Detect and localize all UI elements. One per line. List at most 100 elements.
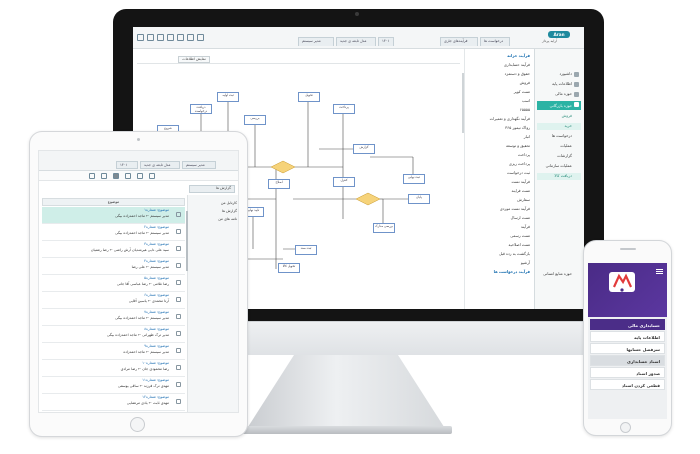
tab-reports[interactable]: گزارش ها — [189, 185, 235, 193]
menu-item[interactable]: فرآیند خزانه — [507, 53, 530, 58]
menu-item[interactable]: رواک تیمور ۳۶۵ — [505, 125, 530, 130]
search-icon[interactable] — [187, 34, 194, 41]
logout-icon[interactable] — [197, 34, 204, 41]
menu-item[interactable]: تست اصلاحیه — [509, 242, 530, 247]
menu-item[interactable]: فرآیند تست موردی — [500, 206, 530, 211]
tab-requests[interactable]: درخواست ها — [480, 37, 510, 46]
filter-icon[interactable] — [89, 173, 95, 179]
process-node[interactable]: پایان — [408, 194, 430, 204]
menu-item[interactable]: تست ارسال — [511, 215, 530, 220]
process-node[interactable]: ثبت نهایی — [403, 174, 425, 184]
side-item-my-letters[interactable]: نامه های من — [218, 217, 237, 221]
sidebar-item-hr[interactable]: حوزه منابع انسانی — [537, 271, 581, 278]
menu-item-issue-docs[interactable]: صدور اسناد — [590, 367, 665, 378]
process-node[interactable]: پرداخت — [333, 104, 355, 114]
menu-item[interactable]: انبار — [524, 134, 530, 139]
user-icon[interactable] — [177, 34, 184, 41]
checkbox[interactable] — [176, 263, 181, 268]
side-item-my-inbox[interactable]: کارتابل من — [221, 201, 237, 205]
checkbox[interactable] — [176, 365, 181, 370]
list-item[interactable]: موضوع: شماره۷ مدیر سیستم ← ماجد احمدزاده … — [42, 309, 185, 326]
menu-item[interactable]: فرآیند — [521, 224, 530, 229]
process-node[interactable]: بررسی مدارک — [373, 223, 395, 233]
process-node[interactable]: تحویل — [298, 92, 320, 102]
sidebar-item-dashboard[interactable]: داشبورد — [537, 71, 581, 78]
checkbox[interactable] — [176, 280, 181, 285]
menu-item[interactable]: تست رسمی — [510, 233, 530, 238]
checkbox[interactable] — [176, 297, 181, 302]
menu-item[interactable]: فرآیند درخواست ها — [494, 269, 530, 274]
menu-item-finalize-docs[interactable]: قطعی کردن اسناد — [590, 379, 665, 390]
menu-item[interactable]: فروش — [520, 80, 530, 85]
sidebar-item-receive-goods[interactable]: دریافت کالا — [537, 173, 581, 180]
checkbox[interactable] — [176, 212, 181, 217]
menu-item[interactable]: فرآیند نگهداری و تعمیرات — [490, 116, 530, 121]
hamburger-icon[interactable] — [656, 269, 663, 270]
sidebar-item-base-info[interactable]: اطلاعات پایه — [537, 81, 581, 88]
side-item-reports[interactable]: گزارش ها — [222, 209, 237, 213]
menu-item[interactable]: تست کوپر — [514, 89, 530, 94]
list-item[interactable]: موضوع: شماره۶ آرتا محمدی ← یاسین آقایی — [42, 292, 185, 309]
process-node[interactable]: اصلاح — [268, 179, 290, 189]
tab-system-admin[interactable]: مدیر سیستم — [298, 37, 334, 46]
mail-icon[interactable] — [157, 34, 164, 41]
sidebar-item-org-ops[interactable]: عملیات سازمانی — [537, 163, 581, 170]
list-item[interactable]: موضوع: شماره۳ سید علی دایی هیرمندیان آرش … — [42, 241, 185, 258]
tab-system-admin[interactable]: مدیر سیستم — [182, 161, 216, 169]
checkbox[interactable] — [176, 331, 181, 336]
process-node[interactable]: تحویل کالا — [278, 263, 300, 273]
home-icon[interactable] — [137, 34, 144, 41]
menu-item-financial-accounting[interactable]: حسابداری مالی — [590, 319, 665, 330]
menu-item[interactable]: بازگشت به رده قبل — [499, 251, 530, 256]
list-item[interactable]: موضوع: شماره۴ مدیر سیستم ← علی رضا — [42, 258, 185, 275]
list-scrollbar[interactable] — [186, 211, 188, 271]
attach-icon[interactable] — [125, 173, 131, 179]
archive-icon[interactable] — [137, 173, 143, 179]
sidebar-item-operations[interactable]: عملیات — [537, 143, 581, 150]
sidebar-item-finance[interactable]: حوزه مالی — [537, 91, 581, 98]
tab-year[interactable]: ۱۴۰۱ — [116, 161, 138, 169]
menu-item[interactable]: سفارش — [517, 197, 530, 202]
list-item[interactable]: موضوع: شماره۲ مدیر سیستم ← ماجد احمدزاده … — [42, 224, 185, 241]
refresh-icon[interactable] — [101, 173, 107, 179]
sidebar-item-purchase[interactable]: خرید — [537, 123, 581, 130]
tab-processes[interactable]: فرآیندهای جاری — [440, 37, 478, 46]
menu-item[interactable]: اسب — [522, 98, 530, 103]
menu-item[interactable]: ۶۵۵۵۵ — [520, 107, 530, 112]
decision-diamond[interactable] — [270, 160, 296, 174]
checkbox[interactable] — [176, 382, 181, 387]
checkbox[interactable] — [176, 348, 181, 353]
sidebar-item-reports[interactable]: گزارشات — [537, 153, 581, 160]
decision-diamond[interactable] — [355, 192, 381, 206]
print-icon[interactable] — [113, 173, 119, 179]
process-node[interactable]: ثبت سند — [295, 245, 317, 255]
menu-item-account-headings[interactable]: سرفصل حسابها — [590, 343, 665, 354]
list-item[interactable]: موضوع: شماره۹ مدیر سیستم ← ماجد احمدزاده — [42, 343, 185, 360]
menu-item[interactable]: حقوق و دستمزد — [505, 71, 530, 76]
process-node[interactable]: گزارش — [353, 144, 375, 154]
menu-item[interactable]: ثبت درخواست — [507, 170, 530, 175]
checkbox[interactable] — [176, 314, 181, 319]
checkbox[interactable] — [176, 399, 181, 404]
menu-item[interactable]: آرشیو — [521, 260, 530, 265]
menu-item[interactable]: فرآیند حسابداری — [504, 62, 530, 67]
list-item[interactable]: موضوع: شماره۱۲ مهدی ثابت ← یادی مرتضایی — [42, 394, 185, 411]
list-item[interactable]: موضوع: شماره۱ مدیر سیستم ← ماجد احمدزاده … — [42, 207, 185, 224]
list-item[interactable]: موضوع: شماره۱۱ مهدی ترک فرزند ← ساقی یوسف… — [42, 377, 185, 394]
list-item[interactable]: موضوع: شماره۵ رضا غلامی ← رضا عباسی آقا ج… — [42, 275, 185, 292]
calendar-icon[interactable] — [167, 34, 174, 41]
settings-icon[interactable] — [147, 34, 154, 41]
process-node[interactable]: کنترل — [333, 177, 355, 187]
menu-item-base-info[interactable]: اطلاعات پایه — [590, 331, 665, 342]
checkbox[interactable] — [176, 229, 181, 234]
sidebar-item-requests[interactable]: درخواست ها — [537, 133, 581, 140]
list-item[interactable]: موضوع: شماره۱۰ رضا محمودی جان ← رضا مرادی — [42, 360, 185, 377]
process-node[interactable]: ثبت اولیه — [217, 92, 239, 102]
sidebar-item-commerce[interactable]: حوزه بازرگانی — [537, 101, 581, 110]
checkbox[interactable] — [176, 246, 181, 251]
menu-item[interactable]: تحقیق و توسعه — [506, 143, 530, 148]
folder-icon[interactable] — [149, 173, 155, 179]
menu-item-accounting-docs[interactable]: اسناد حسابداری — [590, 355, 665, 366]
tab-new-model[interactable]: مدل تابعه ی جدید — [336, 37, 376, 46]
process-node[interactable]: بررسی — [244, 115, 266, 125]
